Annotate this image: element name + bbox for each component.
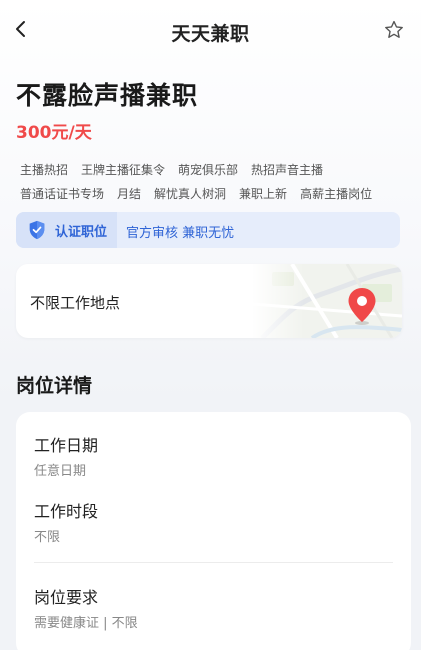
work-date-label: 工作日期: [34, 436, 99, 455]
work-date-value: 任意日期: [34, 464, 87, 479]
work-hours-value: 不限: [34, 530, 61, 545]
job-salary: 300元/天: [16, 123, 92, 143]
job-tag[interactable]: 兼职上新: [239, 187, 287, 201]
certified-label: 认证职位: [55, 224, 108, 240]
job-details-card: 工作日期 任意日期 工作时段 不限 岗位要求 需要健康证 | 不限: [16, 412, 411, 657]
work-hours-label: 工作时段: [34, 502, 99, 521]
certified-description: 官方审核 兼职无忧: [126, 226, 235, 241]
job-requirements-value: 需要健康证 | 不限: [34, 616, 138, 631]
job-tag[interactable]: 主播热招: [20, 163, 68, 177]
location-card[interactable]: 不限工作地点: [16, 264, 402, 338]
section-heading-job-details: 岗位详情: [16, 375, 93, 397]
job-tag[interactable]: 月结: [117, 187, 141, 201]
job-tag[interactable]: 王牌主播征集令: [81, 163, 165, 177]
favorite-button[interactable]: [381, 17, 407, 43]
page-title: 天天兼职: [171, 23, 250, 45]
job-tag[interactable]: 解忧真人树洞: [154, 187, 226, 201]
star-outline-icon: [385, 20, 403, 38]
tags-row-2: 普通话证书专场 月结 解忧真人树洞 兼职上新 高薪主播岗位: [20, 182, 410, 206]
shield-check-icon: [29, 220, 45, 240]
job-tag[interactable]: 萌宠俱乐部: [178, 163, 238, 177]
job-requirements-label: 岗位要求: [34, 588, 99, 607]
job-title: 不露脸声播兼职: [16, 81, 199, 110]
job-tags: 主播热招 王牌主播征集令 萌宠俱乐部 热招声音主播 普通话证书专场 月结 解忧真人树洞 兼职…: [20, 158, 410, 206]
tags-row-1: 主播热招 王牌主播征集令 萌宠俱乐部 热招声音主播: [20, 158, 410, 182]
certified-banner[interactable]: 认证职位 官方审核 兼职无忧: [16, 212, 400, 248]
job-tag[interactable]: 高薪主播岗位: [300, 187, 372, 201]
job-tag[interactable]: 普通话证书专场: [20, 187, 104, 201]
job-tag[interactable]: 热招声音主播: [251, 163, 323, 177]
certified-badge: 认证职位: [16, 212, 117, 248]
map-pin-icon: [348, 288, 376, 325]
map-thumbnail[interactable]: [252, 264, 402, 338]
top-nav-bar: 天天兼职: [0, 0, 421, 62]
location-text: 不限工作地点: [30, 294, 121, 312]
divider: [34, 562, 393, 563]
